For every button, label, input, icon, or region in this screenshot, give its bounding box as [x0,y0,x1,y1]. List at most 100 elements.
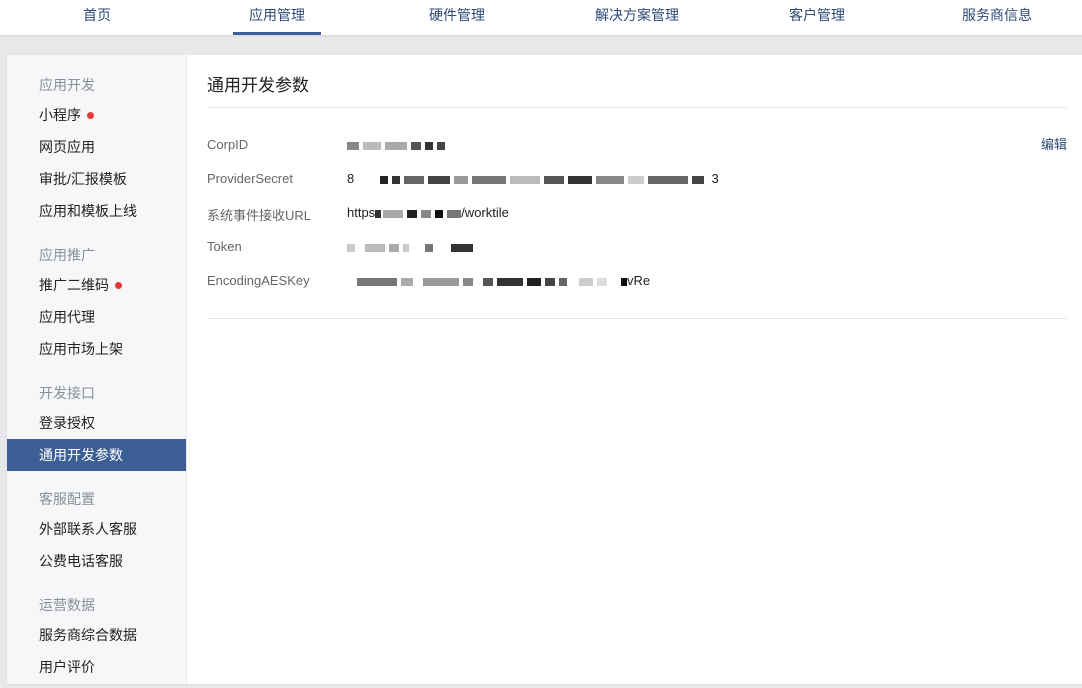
redacted-value [375,209,382,218]
tab-customer-management[interactable]: 客户管理 [772,0,862,35]
redacted-value [363,141,381,150]
sidebar-item-general-params[interactable]: 通用开发参数 [7,439,186,471]
sidebar-item-label: 用户评价 [39,659,95,675]
redacted-value [543,175,564,184]
event-url-label: 系统事件接收URL [207,208,312,223]
tab-provider-info[interactable]: 服务商信息 [950,0,1044,35]
redacted-value [567,175,592,184]
tab-app-management-label: 应用管理 [249,7,305,23]
tab-provider-info-label: 服务商信息 [962,7,1032,23]
provider-secret-label: ProviderSecret [207,171,293,186]
redacted-value [425,243,433,252]
sidebar-item-approval-template[interactable]: 审批/汇报模板 [7,163,186,195]
tab-hardware-management[interactable]: 硬件管理 [412,0,502,35]
sidebar-item-mini-program[interactable]: 小程序 [7,99,186,131]
redacted-value [389,243,399,252]
tab-home[interactable]: 首页 [57,0,137,35]
tab-solution-management-label: 解决方案管理 [595,7,679,23]
redacted-value [453,175,468,184]
sidebar-item-label: 公费电话客服 [39,553,123,569]
redacted-value [385,141,407,150]
notification-dot [115,281,122,289]
redacted-value [597,277,607,286]
sidebar-item-label: 通用开发参数 [39,447,123,463]
redacted-value [401,277,413,286]
redacted-value [425,141,433,150]
sidebar-item-app-market[interactable]: 应用市场上架 [7,333,186,365]
notification-dot [87,111,94,119]
redacted-value [357,277,397,286]
sidebar-item-label: 登录授权 [39,415,95,431]
sidebar-item-label: 应用市场上架 [39,341,123,357]
sidebar-item-app-launch[interactable]: 应用和模板上线 [7,195,186,227]
redacted-value [437,141,445,150]
redacted-value [423,277,459,286]
redacted-value [347,141,359,150]
sidebar-section-customer-service: 客服配置 [39,491,95,507]
redacted-value [647,175,688,184]
redacted-value [691,175,704,184]
redacted-value [403,243,409,252]
aes-key-value: vRe [347,273,650,288]
value-suffix: 3 [711,171,719,186]
redacted-value [559,277,567,286]
redacted-value [379,175,388,184]
sidebar-item-label: 推广二维码 [39,277,109,293]
value-prefix: 8 [347,171,355,186]
redacted-value [545,277,555,286]
tab-customer-management-label: 客户管理 [789,7,845,23]
sidebar: 应用开发 小程序 网页应用 审批/汇报模板 应用和模板上线 应用推广 推广二维码… [7,55,187,684]
token-value [347,239,477,254]
redacted-value [383,209,404,218]
redacted-value [497,277,523,286]
provider-secret-value: 8 3 [347,171,719,186]
token-label: Token [207,239,242,254]
redacted-value [579,277,593,286]
sidebar-section-operations-data: 运营数据 [39,597,95,613]
sidebar-item-login-auth[interactable]: 登录授权 [7,407,186,439]
redacted-value [447,209,462,218]
redacted-value [451,243,473,252]
sidebar-item-app-agent[interactable]: 应用代理 [7,301,186,333]
page-title: 通用开发参数 [207,76,309,95]
redacted-value [403,175,424,184]
redacted-value [391,175,400,184]
sidebar-section-app-promotion: 应用推广 [39,247,95,263]
main-panel: 应用开发 小程序 网页应用 审批/汇报模板 应用和模板上线 应用推广 推广二维码… [7,55,1082,684]
sidebar-section-app-dev: 应用开发 [39,77,95,93]
sidebar-item-user-reviews[interactable]: 用户评价 [7,651,186,683]
redacted-value [435,209,444,218]
active-tab-indicator [233,32,321,35]
sidebar-item-label: 网页应用 [39,139,95,155]
tab-solution-management[interactable]: 解决方案管理 [583,0,691,35]
sidebar-item-phone-cs[interactable]: 公费电话客服 [7,545,186,577]
tab-home-label: 首页 [83,7,111,23]
sidebar-item-web-app[interactable]: 网页应用 [7,131,186,163]
corpid-value [347,137,449,152]
sidebar-section-dev-interface: 开发接口 [39,385,95,401]
redacted-value [509,175,540,184]
redacted-value [627,175,644,184]
sidebar-item-label: 审批/汇报模板 [39,171,127,187]
sidebar-item-label: 服务商综合数据 [39,627,137,643]
redacted-value [407,209,418,218]
redacted-value [471,175,506,184]
edit-button[interactable]: 编辑 [1041,134,1067,153]
sidebar-item-external-contact-cs[interactable]: 外部联系人客服 [7,513,186,545]
value-prefix: https [347,205,376,220]
tab-hardware-management-label: 硬件管理 [429,7,485,23]
value-suffix: vRe [627,273,651,288]
top-navigation: 首页 应用管理 硬件管理 解决方案管理 客户管理 服务商信息 [0,0,1082,35]
redacted-value [421,209,432,218]
sidebar-item-promo-qrcode[interactable]: 推广二维码 [7,269,186,301]
corpid-label: CorpID [207,137,249,152]
aes-key-label: EncodingAESKey [207,273,310,288]
redacted-value [411,141,421,150]
section-divider [207,318,1067,319]
event-url-value: https/worktile [347,205,509,220]
sidebar-item-label: 小程序 [39,107,81,123]
redacted-value [365,243,385,252]
tab-app-management[interactable]: 应用管理 [233,0,321,35]
sidebar-item-provider-data[interactable]: 服务商综合数据 [7,619,186,651]
redacted-value [527,277,541,286]
